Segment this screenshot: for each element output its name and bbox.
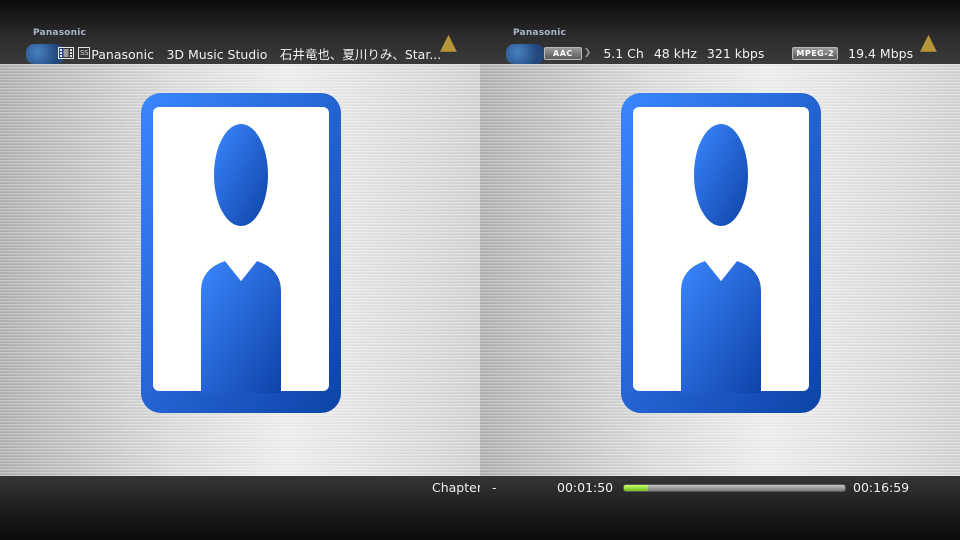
film-icon [58,47,74,59]
total-time: 00:16:59 [853,480,910,495]
left-view: Panasonic ▲ SS Panasonic 3D Music Studio… [0,0,480,540]
brand-label: Panasonic [513,28,567,38]
bottom-osd-bar [0,476,480,540]
video-bitrate: 19.4 Mbps [848,45,914,61]
program-title: Panasonic 3D Music Studio 石井竜也、夏川りみ、Star… [91,46,442,62]
audio-channels: 5.1 Ch [603,45,644,61]
brand-label: Panasonic [33,28,87,38]
title-line: SS Panasonic 3D Music Studio 石井竜也、夏川りみ、S… [58,45,442,62]
elapsed-time: 00:01:50 [557,480,614,495]
playback-progress-fill [624,485,648,491]
playback-progress-bar[interactable] [623,484,846,492]
studio-logo-icon: ▲ [920,30,937,55]
person-frame-icon [141,93,341,413]
chapter-label: Chapter [432,480,480,495]
audio-codec-badge: AAC [544,46,582,60]
ss-badge-icon: SS [78,47,91,59]
audio-bitrate: 321 kbps [706,45,765,61]
video-player-stage: Panasonic ▲ SS Panasonic 3D Music Studio… [0,0,960,540]
audio-sample-rate: 48 kHz [653,45,697,61]
right-view: Panasonic ▲ AAC ❯ 5.1 Ch 48 kHz 321 kbps… [480,0,960,540]
studio-logo-icon: ▲ [440,30,457,55]
video-codec-badge: MPEG-2 [792,46,839,60]
person-frame-icon [621,93,821,413]
chevron-right-icon: ❯ [583,48,592,58]
stream-info-line: AAC ❯ 5.1 Ch 48 kHz 321 kbps MPEG-2 19.4… [544,45,913,61]
brand-logo-icon [506,44,544,64]
chapter-value: - [492,480,497,495]
